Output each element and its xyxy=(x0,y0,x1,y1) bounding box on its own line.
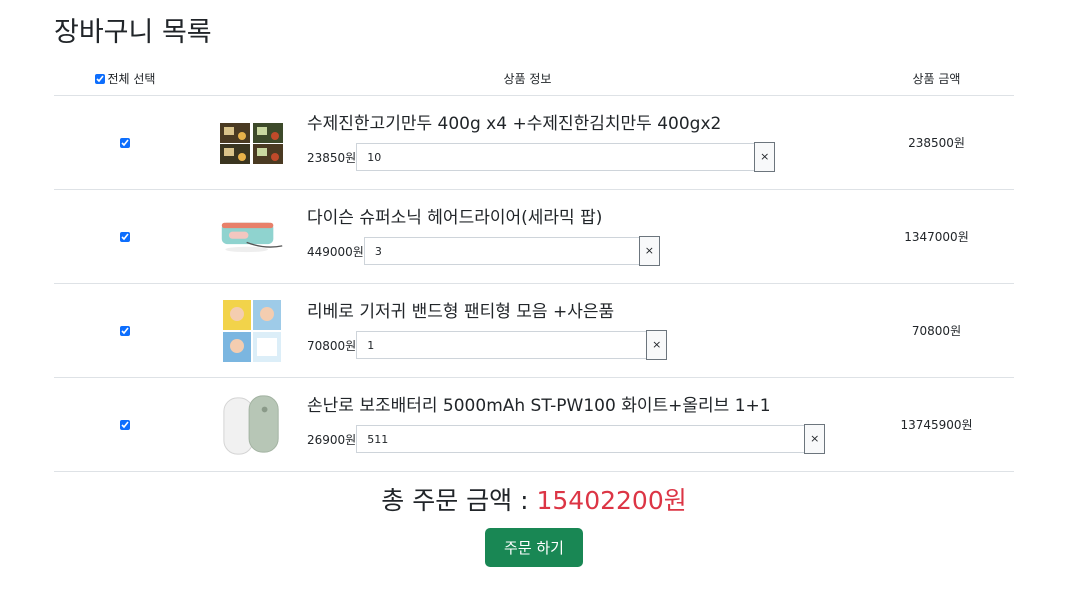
table-row: 손난로 보조배터리 5000mAh ST-PW100 화이트+올리브 1+1 2… xyxy=(54,377,1014,472)
table-row: 리베로 기저귀 밴드형 팬티형 모음 +사은품 70800원 × 70800원 xyxy=(54,283,1014,378)
product-name[interactable]: 손난로 보조배터리 5000mAh ST-PW100 화이트+올리브 1+1 xyxy=(307,395,825,417)
product-cell: 리베로 기저귀 밴드형 팬티형 모음 +사은품 70800원 × xyxy=(196,283,859,378)
unit-price: 70800원 xyxy=(307,338,357,353)
product-name[interactable]: 수제진한고기만두 400g x4 +수제진한김치만두 400gx2 xyxy=(307,113,775,135)
quantity-input[interactable] xyxy=(363,237,639,265)
product-info: 수제진한고기만두 400g x4 +수제진한김치만두 400gx2 23850원… xyxy=(196,107,859,179)
row-checkbox[interactable] xyxy=(120,232,130,242)
remove-button[interactable]: × xyxy=(754,142,776,172)
product-cell: 수제진한고기만두 400g x4 +수제진한김치만두 400gx2 23850원… xyxy=(196,95,859,190)
order-total-amount: 15402200원 xyxy=(536,486,687,515)
quantity-input[interactable] xyxy=(356,143,755,171)
product-image xyxy=(220,389,284,461)
table-header-row: 전체 선택 상품 정보 상품 금액 xyxy=(54,62,1014,96)
cart-table: 전체 선택 상품 정보 상품 금액 수제진한고기만두 400g x4 +수제진한… xyxy=(54,62,1014,472)
row-select-cell xyxy=(54,189,196,284)
product-cell: 손난로 보조배터리 5000mAh ST-PW100 화이트+올리브 1+1 2… xyxy=(196,377,859,472)
page-title: 장바구니 목록 xyxy=(54,17,212,48)
table-row: 수제진한고기만두 400g x4 +수제진한김치만두 400gx2 23850원… xyxy=(54,95,1014,190)
unit-price: 26900원 xyxy=(307,432,357,447)
unit-price: 23850원 xyxy=(307,150,357,165)
product-info: 리베로 기저귀 밴드형 팬티형 모음 +사은품 70800원 × xyxy=(196,295,859,367)
row-total: 13745900원 xyxy=(859,377,1014,472)
row-total: 1347000원 xyxy=(859,189,1014,284)
header-product-info: 상품 정보 xyxy=(196,62,859,96)
product-name[interactable]: 리베로 기저귀 밴드형 팬티형 모음 +사은품 xyxy=(307,301,667,323)
row-total: 70800원 xyxy=(859,283,1014,378)
row-select-cell xyxy=(54,95,196,190)
product-cell: 다이슨 슈퍼소닉 헤어드라이어(세라믹 팝) 449000원 × xyxy=(196,189,859,284)
select-all-label[interactable]: 전체 선택 xyxy=(94,70,156,87)
row-checkbox[interactable] xyxy=(120,138,130,148)
order-button[interactable]: 주문 하기 xyxy=(485,528,583,567)
product-image xyxy=(220,295,284,367)
order-total-label: 총 주문 금액 : xyxy=(381,486,537,515)
product-name[interactable]: 다이슨 슈퍼소닉 헤어드라이어(세라믹 팝) xyxy=(307,207,660,229)
row-select-cell xyxy=(54,377,196,472)
select-all-checkbox[interactable] xyxy=(94,73,105,84)
remove-button[interactable]: × xyxy=(638,236,660,266)
product-info: 손난로 보조배터리 5000mAh ST-PW100 화이트+올리브 1+1 2… xyxy=(196,389,859,461)
unit-price: 449000원 xyxy=(307,244,364,259)
product-info: 다이슨 슈퍼소닉 헤어드라이어(세라믹 팝) 449000원 × xyxy=(196,201,859,273)
row-total: 238500원 xyxy=(859,95,1014,190)
row-select-cell xyxy=(54,283,196,378)
select-all-text: 전체 선택 xyxy=(107,72,156,86)
table-row: 다이슨 슈퍼소닉 헤어드라이어(세라믹 팝) 449000원 × 1347000… xyxy=(54,189,1014,284)
header-product-amount: 상품 금액 xyxy=(859,62,1014,96)
quantity-input[interactable] xyxy=(356,331,647,359)
row-checkbox[interactable] xyxy=(120,420,130,430)
product-image xyxy=(220,201,284,273)
header-select-all: 전체 선택 xyxy=(54,62,196,96)
remove-button[interactable]: × xyxy=(646,330,668,360)
product-image xyxy=(220,107,284,179)
row-checkbox[interactable] xyxy=(120,326,130,336)
quantity-input[interactable] xyxy=(356,425,805,453)
remove-button[interactable]: × xyxy=(804,424,826,454)
order-total: 총 주문 금액 : 15402200원 xyxy=(54,481,1014,517)
